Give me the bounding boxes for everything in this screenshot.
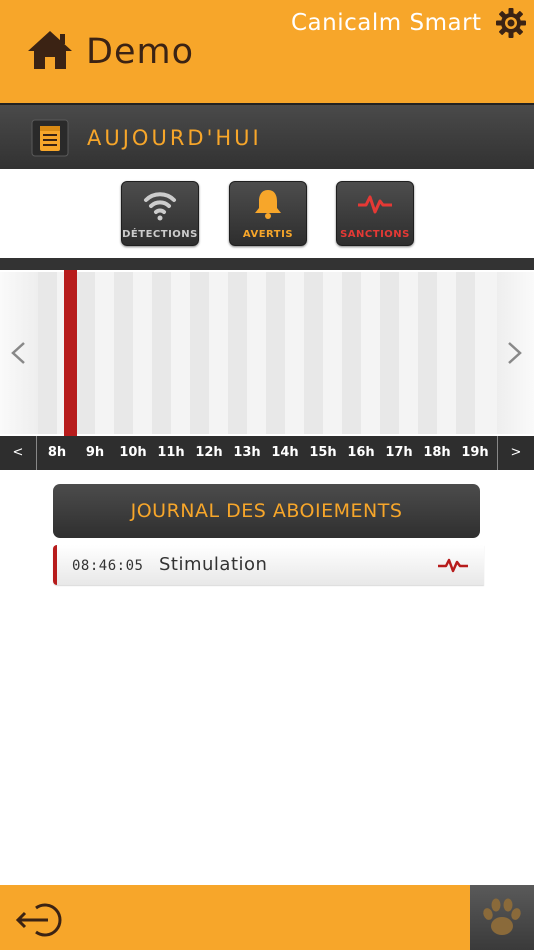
wifi-icon xyxy=(144,192,176,221)
avertis-label: AVERTIS xyxy=(242,229,294,240)
hour-label: 10h xyxy=(119,445,147,460)
calendar-icon xyxy=(31,119,69,157)
bell-icon xyxy=(255,190,281,219)
timeline-chart[interactable] xyxy=(0,270,534,436)
journal-title: JOURNAL DES ABOIEMENTS xyxy=(130,500,403,522)
paw-icon xyxy=(483,898,521,935)
timeline-slot-17h xyxy=(380,272,399,434)
hour-label: 12h xyxy=(195,445,223,460)
timeline-slot-10h-b xyxy=(133,272,152,434)
today-label: AUJOURD'HUI xyxy=(87,126,262,150)
detections-label: DÉTECTIONS xyxy=(122,229,198,240)
journal-header: JOURNAL DES ABOIEMENTS xyxy=(53,484,480,538)
sanctions-button[interactable]: SANCTIONS xyxy=(336,181,414,246)
hour-label: 11h xyxy=(157,445,185,460)
timeline-slot-17h-b xyxy=(399,272,418,434)
hour-label: 15h xyxy=(309,445,337,460)
pulse-icon xyxy=(438,558,468,573)
timeline-slot-9h xyxy=(76,272,95,434)
entry-event: Stimulation xyxy=(159,554,268,575)
timeline-slot-12h xyxy=(190,272,209,434)
timeline-slot-13h-b xyxy=(247,272,266,434)
timeline-slot-8h xyxy=(38,272,57,434)
detections-button[interactable]: DÉTECTIONS xyxy=(121,181,199,246)
timeline-slot-12h-b xyxy=(209,272,228,434)
timeline-slot-10h xyxy=(114,272,133,434)
hour-label: 16h xyxy=(347,445,375,460)
paw-button[interactable] xyxy=(470,885,534,950)
app-footer xyxy=(0,885,534,950)
hour-label: 13h xyxy=(233,445,261,460)
journal-entry[interactable]: 08:46:05 Stimulation xyxy=(53,545,484,585)
timeline-top-bar xyxy=(0,258,534,270)
logout-icon[interactable] xyxy=(14,901,70,939)
entry-time: 08:46:05 xyxy=(72,558,144,574)
today-bar[interactable]: AUJOURD'HUI xyxy=(0,103,534,169)
gear-icon[interactable] xyxy=(496,8,526,38)
hour-label: 9h xyxy=(85,445,105,460)
timeline-slot-18h xyxy=(418,272,437,434)
hours-bar: < 8h 9h 10h 11h 12h 13h 14h 15h 16h 17h … xyxy=(0,436,534,470)
pulse-icon xyxy=(358,195,392,214)
event-marker[interactable] xyxy=(64,270,77,436)
hour-label: 18h xyxy=(423,445,451,460)
timeline-slot-11h xyxy=(152,272,171,434)
hours-prev-button[interactable]: < xyxy=(0,436,37,470)
timeline-slot-16h-b xyxy=(361,272,380,434)
app-header: Demo Canicalm Smart xyxy=(0,0,534,103)
page-title: Demo xyxy=(86,32,194,72)
hour-label: 8h xyxy=(47,445,67,460)
avertis-button[interactable]: AVERTIS xyxy=(229,181,307,246)
chevron-right-icon[interactable] xyxy=(505,336,525,370)
timeline-slot-14h xyxy=(266,272,285,434)
timeline-slot-9h-b xyxy=(95,272,114,434)
sanctions-label: SANCTIONS xyxy=(340,229,410,240)
chevron-left-icon[interactable] xyxy=(8,336,28,370)
timeline-slot-14h-b xyxy=(285,272,304,434)
hour-label: 17h xyxy=(385,445,413,460)
timeline-slot-13h xyxy=(228,272,247,434)
timeline-slot-11h-b xyxy=(171,272,190,434)
brand-name: Canicalm Smart xyxy=(291,10,482,36)
timeline-slot-18h-b xyxy=(437,272,456,434)
home-icon[interactable] xyxy=(26,29,74,71)
hour-label: 14h xyxy=(271,445,299,460)
timeline-slot-19h xyxy=(456,272,475,434)
timeline-slot-15h xyxy=(304,272,323,434)
hours-next-button[interactable]: > xyxy=(497,436,534,470)
hour-label: 19h xyxy=(461,445,489,460)
timeline-slot-16h xyxy=(342,272,361,434)
timeline-slot-15h-b xyxy=(323,272,342,434)
timeline-slot-19h-b xyxy=(475,272,497,434)
